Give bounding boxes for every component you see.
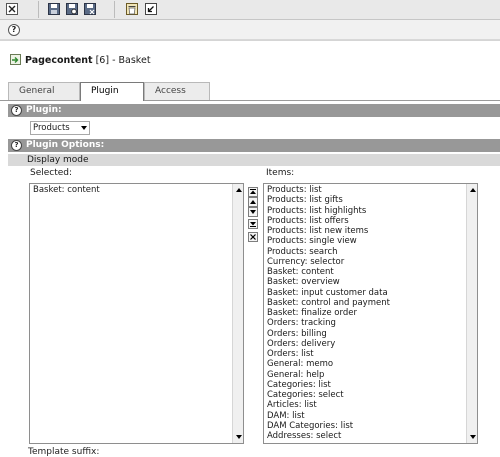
list-item[interactable]: Categories: select [267,390,390,400]
tab-label: Plugin [91,86,119,96]
list-item[interactable]: DAM: list [267,411,390,421]
scroll-down-icon[interactable] [236,435,242,439]
list-item[interactable]: Addresses: select [267,431,390,441]
section-plugin-options: ? Plugin Options: [8,139,500,152]
list-item[interactable]: Orders: tracking [267,318,390,328]
tab-plugin[interactable]: Plugin [80,82,144,101]
list-item[interactable]: Products: list gifts [267,195,390,205]
items-options: Products: list Products: list gifts Produc… [267,185,390,441]
tabs-divider [0,100,500,101]
page-content-icon [10,54,21,65]
list-item[interactable]: Orders: billing [267,329,390,339]
scroll-up-icon[interactable] [236,188,242,192]
tab-label: General [19,86,55,96]
save-and-close-icon[interactable] [84,3,96,15]
list-item[interactable]: Basket: overview [267,277,390,287]
list-item[interactable]: Products: list offers [267,216,390,226]
move-up-button[interactable] [248,197,258,207]
help-bar: ? [0,20,500,40]
page-title: Pagecontent [6] - Basket [10,54,151,68]
move-bottom-button[interactable] [248,219,258,229]
scroll-up-icon[interactable] [470,188,476,192]
section-label: Plugin: [26,105,62,115]
list-item[interactable]: Orders: list [267,349,390,359]
plugin-select-value: Products [33,123,70,133]
list-item[interactable]: Basket: control and payment [267,298,390,308]
list-item[interactable]: Currency: selector [267,257,390,267]
list-item[interactable]: Orders: delivery [267,339,390,349]
close-icon[interactable] [6,3,18,15]
scroll-down-icon[interactable] [470,435,476,439]
tab-label: Access [155,86,186,96]
list-item[interactable]: Products: search [267,247,390,257]
section-label: Plugin Options: [26,140,105,150]
list-item[interactable]: Basket: content [33,185,100,195]
delete-icon[interactable] [126,3,138,15]
plugin-select[interactable]: Products [30,121,90,135]
list-item[interactable]: Products: single view [267,236,390,246]
list-item[interactable]: DAM Categories: list [267,421,390,431]
divider [0,40,500,41]
list-item[interactable]: General: memo [267,359,390,369]
selected-options: Basket: content [33,185,100,195]
selected-label: Selected: [30,168,73,178]
page-title-type: Pagecontent [25,55,93,66]
help-icon[interactable]: ? [8,24,20,36]
scrollbar[interactable] [466,184,477,443]
selected-list[interactable]: Basket: content [29,183,244,444]
list-item[interactable]: Basket: content [267,267,390,277]
list-item[interactable]: Products: list [267,185,390,195]
display-mode-label: Display mode [27,155,89,165]
tab-access[interactable]: Access [144,82,210,100]
move-top-button[interactable] [248,187,258,197]
section-plugin: ? Plugin: [8,104,500,117]
remove-item-button[interactable] [248,232,258,242]
list-item[interactable]: General: help [267,370,390,380]
items-list[interactable]: Products: list Products: list gifts Produc… [263,183,478,444]
scrollbar[interactable] [232,184,243,443]
list-item[interactable]: Products: list new items [267,226,390,236]
items-label: Items: [266,168,295,178]
help-icon[interactable]: ? [11,105,22,116]
move-down-button[interactable] [248,207,258,217]
list-item[interactable]: Basket: input customer data [267,288,390,298]
save-and-view-icon[interactable] [66,3,78,15]
save-icon[interactable] [48,3,60,15]
list-item[interactable]: Articles: list [267,400,390,410]
template-suffix-label: Template suffix: [28,447,100,457]
undo-icon[interactable] [145,3,157,15]
tab-general[interactable]: General [8,82,80,100]
help-icon[interactable]: ? [11,140,22,151]
page-title-detail: [6] - Basket [92,55,151,66]
chevron-down-icon [81,126,87,130]
list-item[interactable]: Basket: finalize order [267,308,390,318]
list-item[interactable]: Categories: list [267,380,390,390]
document-toolbar [0,0,500,20]
list-item[interactable]: Products: list highlights [267,206,390,216]
